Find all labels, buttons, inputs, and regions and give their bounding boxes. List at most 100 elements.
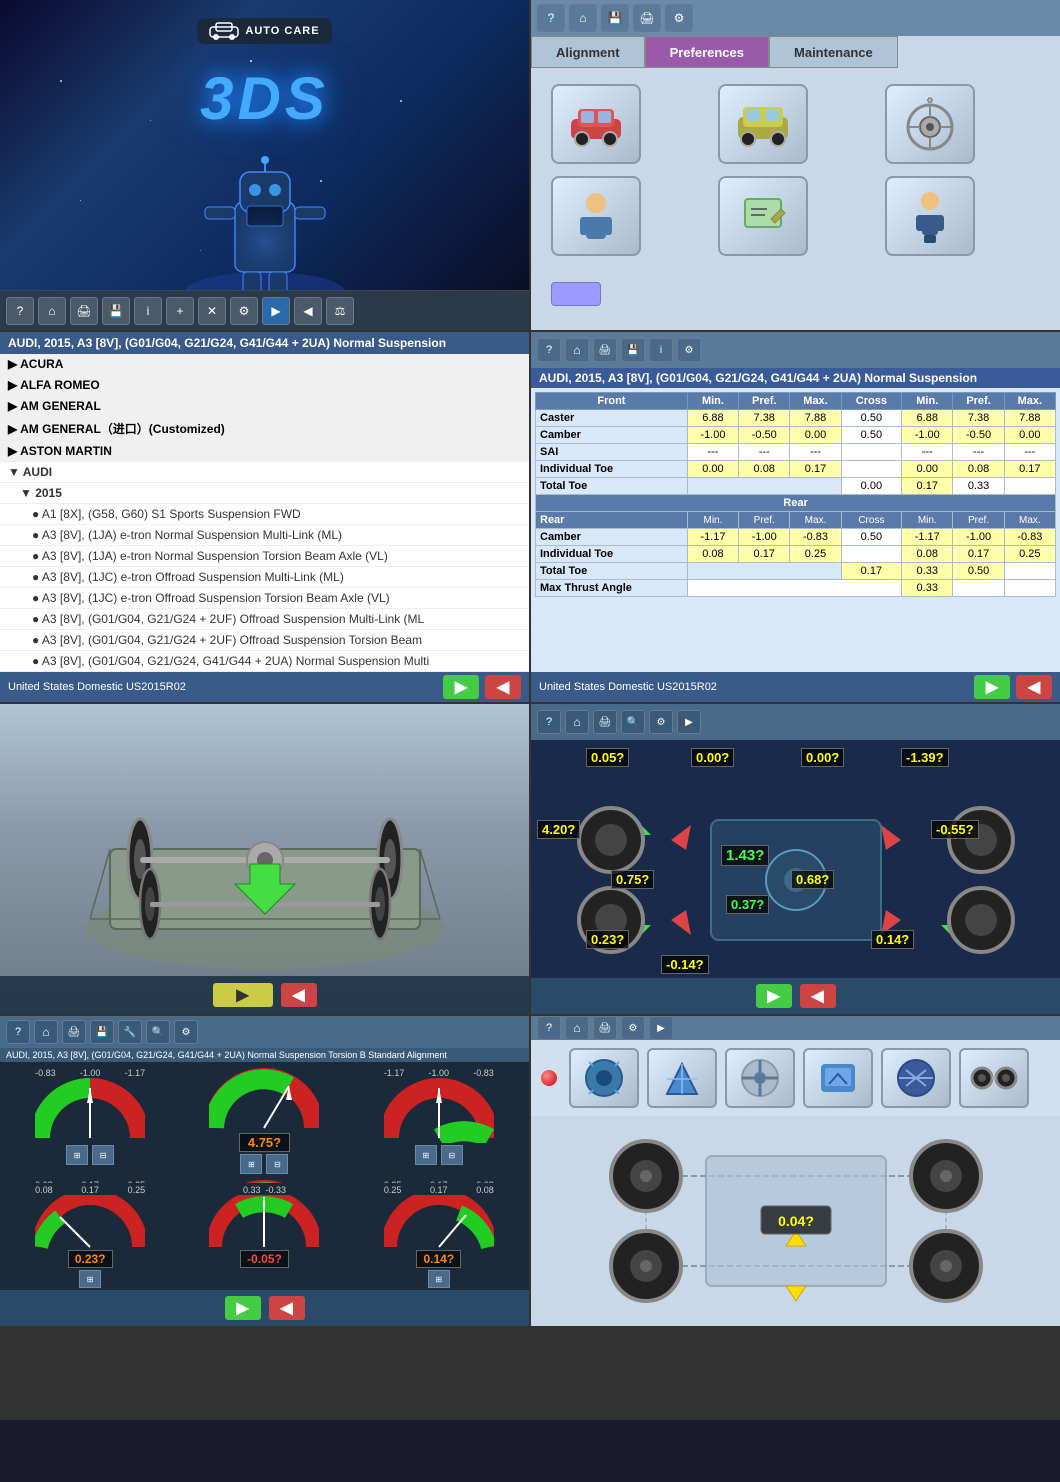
save-button[interactable]: 💾 xyxy=(102,297,130,325)
pref-icon-person2[interactable] xyxy=(885,176,975,256)
cell-caster-pref1: 7.38 xyxy=(739,410,790,427)
align3d-help-btn[interactable]: ? xyxy=(537,1016,561,1040)
pref-icon-person[interactable] xyxy=(551,176,641,256)
list-item[interactable]: ● A3 [8V], (G01/G04, G21/G24 + 2UF) Offr… xyxy=(0,609,529,630)
gauge9-icon1[interactable]: ⊞ xyxy=(428,1270,450,1288)
panel-3d-yellow-button[interactable]: ▶ xyxy=(213,983,273,1007)
prefs-help-btn[interactable]: ? xyxy=(537,4,565,32)
align3d-icon-5[interactable] xyxy=(881,1048,951,1108)
cell-rear-pref2h: Pref. xyxy=(953,512,1004,529)
list-item[interactable]: ● A1 [8X], (G58, G60) S1 Sports Suspensi… xyxy=(0,504,529,525)
gauge3-icon1[interactable]: ⊞ xyxy=(415,1145,437,1165)
live-settings-btn[interactable]: 🔍 xyxy=(621,710,645,734)
tab-preferences[interactable]: Preferences xyxy=(645,36,769,68)
gauge1-icon1[interactable]: ⊞ xyxy=(66,1145,88,1165)
live-val-bot2: 0.14? xyxy=(871,930,914,949)
tab-alignment[interactable]: Alignment xyxy=(531,36,645,68)
table-info-btn[interactable]: i xyxy=(649,338,673,362)
list-back-button[interactable]: ◀ xyxy=(485,675,521,699)
table-print-btn[interactable]: 🖨 xyxy=(593,338,617,362)
gauge-print-btn[interactable]: 🖨 xyxy=(62,1020,86,1044)
align3d-icon-6[interactable] xyxy=(959,1048,1029,1108)
prefs-print-btn[interactable]: 🖨 xyxy=(633,4,661,32)
table-help-btn[interactable]: ? xyxy=(537,338,561,362)
table-next-button[interactable]: ▶ xyxy=(974,675,1010,699)
gauge-save-btn[interactable]: 💾 xyxy=(90,1020,114,1044)
info-button[interactable]: i xyxy=(134,297,162,325)
prefs-action-button[interactable] xyxy=(551,282,601,306)
next-button[interactable]: ▶ xyxy=(262,297,290,325)
gauge-help-btn[interactable]: ? xyxy=(6,1020,30,1044)
add-button[interactable]: + xyxy=(166,297,194,325)
align3d-settings-btn[interactable]: ⚙ xyxy=(621,1016,645,1040)
list-item[interactable]: ● A3 [8V], (1JC) e-tron Offroad Suspensi… xyxy=(0,567,529,588)
cell-sai-max1: --- xyxy=(790,444,841,461)
live-help-btn[interactable]: ? xyxy=(537,710,561,734)
help-button[interactable]: ? xyxy=(6,297,34,325)
pref-icon-car2[interactable] xyxy=(718,84,808,164)
list-item[interactable]: ▶ ALFA ROMEO xyxy=(0,375,529,396)
list-item[interactable]: ▼ 2015 xyxy=(0,483,529,504)
align3d-icon-4[interactable] xyxy=(803,1048,873,1108)
panel-3d-back-button[interactable]: ◀ xyxy=(281,983,317,1007)
cell-r-camber-cross: 0.50 xyxy=(841,529,901,546)
prefs-save-btn[interactable]: 💾 xyxy=(601,4,629,32)
print-button[interactable]: 🖨 xyxy=(70,297,98,325)
live-gear-btn[interactable]: ⚙ xyxy=(649,710,673,734)
gauge-settings-btn[interactable]: ⚙ xyxy=(174,1020,198,1044)
live-print-btn[interactable]: 🖨 xyxy=(593,710,617,734)
balance-button[interactable]: ⚖ xyxy=(326,297,354,325)
home-button[interactable]: ⌂ xyxy=(38,297,66,325)
list-item[interactable]: ● A3 [8V], (1JA) e-tron Normal Suspensio… xyxy=(0,525,529,546)
live-back-button[interactable]: ◀ xyxy=(800,984,836,1008)
table-home-btn[interactable]: ⌂ xyxy=(565,338,589,362)
table-back-button[interactable]: ◀ xyxy=(1016,675,1052,699)
list-item[interactable]: ▶ ACURA xyxy=(0,354,529,375)
close-button[interactable]: ✕ xyxy=(198,297,226,325)
settings-button[interactable]: ⚙ xyxy=(230,297,258,325)
align3d-home-btn[interactable]: ⌂ xyxy=(565,1016,589,1040)
list-item[interactable]: ▶ AM GENERAL xyxy=(0,396,529,417)
cell-ind-toe-pref2: 0.08 xyxy=(953,461,1004,478)
pref-icon-wheel[interactable]: ⚙ xyxy=(885,84,975,164)
list-item[interactable]: ▼ AUDI xyxy=(0,462,529,483)
cell-r-ind-toe-min1: 0.08 xyxy=(687,546,738,563)
pref-icon-edit[interactable] xyxy=(718,176,808,256)
gauge3-icon2[interactable]: ⊟ xyxy=(441,1145,463,1165)
table-save-btn[interactable]: 💾 xyxy=(621,338,645,362)
align3d-icon-1[interactable] xyxy=(569,1048,639,1108)
gauge-home-btn[interactable]: ⌂ xyxy=(34,1020,58,1044)
align3d-icon-3[interactable] xyxy=(725,1048,795,1108)
live-val-top2: 0.00? xyxy=(691,748,734,767)
live-home-btn[interactable]: ⌂ xyxy=(565,710,589,734)
list-item[interactable]: ● A3 [8V], (1JA) e-tron Normal Suspensio… xyxy=(0,546,529,567)
gauge-wrench-btn[interactable]: 🔧 xyxy=(118,1020,142,1044)
list-next-button[interactable]: ▶ xyxy=(443,675,479,699)
wheel-3d-svg xyxy=(50,729,480,989)
align3d-icon-2[interactable] xyxy=(647,1048,717,1108)
gauge2-icon1[interactable]: ⊞ xyxy=(240,1154,262,1174)
list-item[interactable]: ▶ ASTON MARTIN xyxy=(0,441,529,462)
gauges-back-button[interactable]: ◀ xyxy=(269,1296,305,1320)
list-item[interactable]: ● A3 [8V], (1JC) e-tron Offroad Suspensi… xyxy=(0,588,529,609)
live-next-btn[interactable]: ▶ xyxy=(677,710,701,734)
live-next-button[interactable]: ▶ xyxy=(756,984,792,1008)
gauge-9: 0.25 0.17 0.08 0.14? ⊞ xyxy=(353,1185,525,1288)
back-button[interactable]: ◀ xyxy=(294,297,322,325)
prefs-home-btn[interactable]: ⌂ xyxy=(569,4,597,32)
tab-maintenance[interactable]: Maintenance xyxy=(769,36,898,68)
list-item[interactable]: ● A3 [8V], (G01/G04, G21/G24, G41/G44 + … xyxy=(0,651,529,672)
gauge1-icon2[interactable]: ⊟ xyxy=(92,1145,114,1165)
align3d-next-btn[interactable]: ▶ xyxy=(649,1016,673,1040)
align3d-print-btn[interactable]: 🖨 xyxy=(593,1016,617,1040)
gauges-next-button[interactable]: ▶ xyxy=(225,1296,261,1320)
pref-icon-car[interactable] xyxy=(551,84,641,164)
alignment-data-table: Front Min. Pref. Max. Cross Min. Pref. M… xyxy=(535,392,1056,597)
prefs-settings-btn[interactable]: ⚙ xyxy=(665,4,693,32)
gauge7-icon1[interactable]: ⊞ xyxy=(79,1270,101,1288)
table-settings-btn[interactable]: ⚙ xyxy=(677,338,701,362)
list-item[interactable]: ▶ AM GENERAL（进口）(Customized) xyxy=(0,417,529,441)
gauge2-icon2[interactable]: ⊟ xyxy=(266,1154,288,1174)
gauge-search-btn[interactable]: 🔍 xyxy=(146,1020,170,1044)
list-item[interactable]: ● A3 [8V], (G01/G04, G21/G24 + 2UF) Offr… xyxy=(0,630,529,651)
